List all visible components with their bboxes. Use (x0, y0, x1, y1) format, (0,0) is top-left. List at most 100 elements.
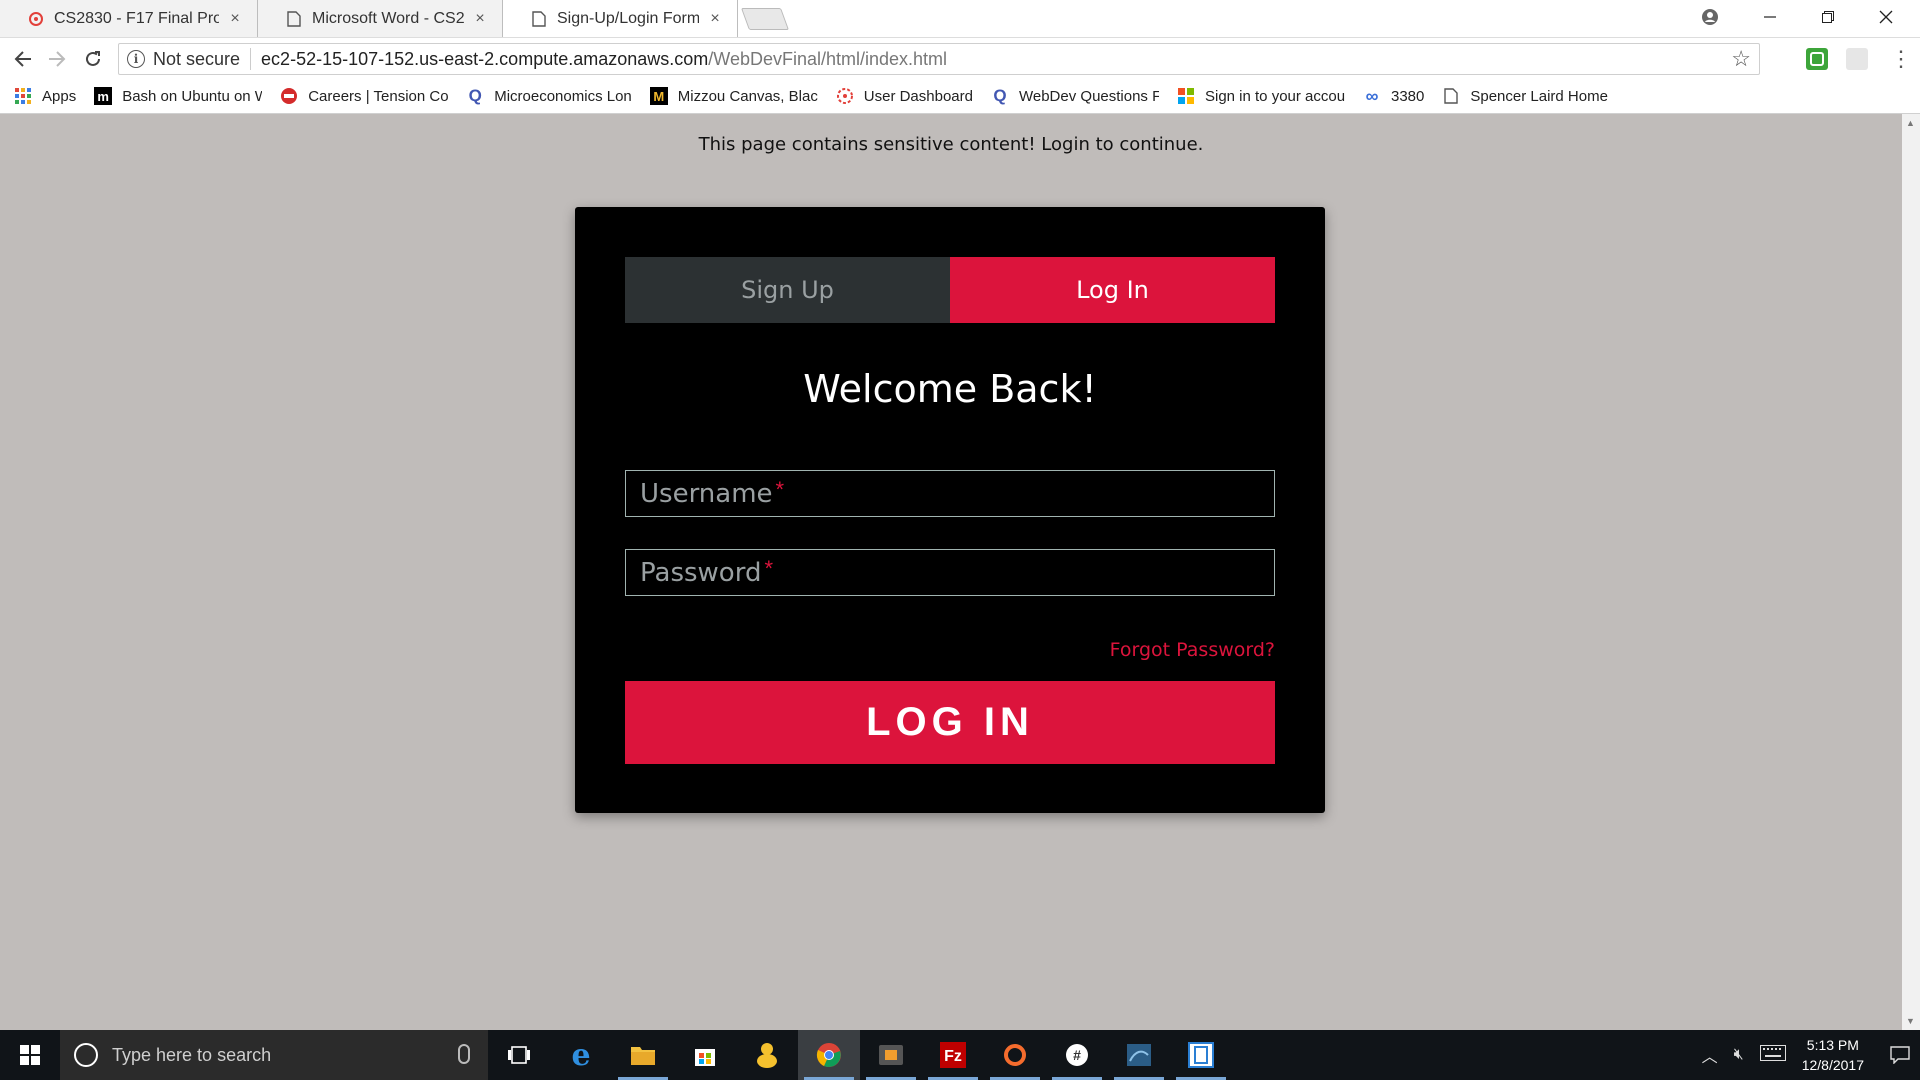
frame-app-icon[interactable] (1170, 1030, 1232, 1080)
file-explorer-icon[interactable] (612, 1030, 674, 1080)
keyboard-icon[interactable] (1759, 1044, 1786, 1066)
bookmark-label: Spencer Laird Home (1470, 87, 1608, 105)
restore-icon[interactable] (1800, 0, 1856, 34)
bookmark-label: WebDev Questions F (1018, 87, 1159, 105)
bookmark-item[interactable]: ∞ 3380 (1363, 85, 1425, 106)
tab-log-in[interactable]: Log In (950, 257, 1275, 323)
infinity-icon: ∞ (1365, 85, 1379, 106)
microphone-icon[interactable] (458, 1044, 470, 1064)
bookmark-item[interactable]: Sign in to your accou (1177, 87, 1345, 105)
tab-title: Microsoft Word - CS2830 (312, 9, 464, 27)
bookmark-item[interactable]: M Mizzou Canvas, Black (649, 87, 818, 105)
svg-text:Fz: Fz (944, 1048, 962, 1065)
bookmark-apps[interactable]: Apps (14, 87, 76, 105)
bookmark-label: Sign in to your accou (1204, 87, 1345, 105)
close-icon[interactable]: × (472, 10, 488, 28)
new-tab-button[interactable] (740, 8, 790, 30)
close-window-icon[interactable] (1858, 0, 1914, 34)
windows-start-icon[interactable] (0, 1030, 60, 1080)
document-icon (286, 10, 302, 27)
windows-taskbar: Type here to search e Fz # ︿ 🔇︎ 5:13 PM … (0, 1030, 1920, 1080)
url-host: ec2-52-15-107-152.us-east-2.compute.amaz… (261, 48, 709, 69)
menu-dots-icon[interactable]: ⋮ (1890, 46, 1912, 72)
tab-sign-up[interactable]: Sign Up (625, 257, 950, 323)
bookmark-label: User Dashboard (863, 87, 973, 105)
store-icon[interactable] (674, 1030, 736, 1080)
username-input[interactable] (626, 471, 1274, 516)
mizzou-icon: M (649, 87, 668, 105)
canvas-icon (836, 87, 854, 105)
browser-tab[interactable]: CS2830 - F17 Final Projec × (0, 0, 258, 37)
slack-icon[interactable]: # (1046, 1030, 1108, 1080)
quizlet-icon: Q (993, 86, 1007, 105)
address-bar[interactable]: i Not secure ec2-52-15-107-152.us-east-2… (118, 43, 1760, 75)
sublime-icon[interactable] (860, 1030, 922, 1080)
forward-arrow-icon[interactable] (44, 46, 70, 72)
bookmark-label: Bash on Ubuntu on W (122, 87, 263, 105)
bookmark-star-icon[interactable]: ☆ (1731, 46, 1751, 72)
username-field[interactable]: Username * (625, 470, 1275, 517)
notification-icon[interactable] (1880, 1046, 1920, 1064)
mysql-workbench-icon[interactable] (1108, 1030, 1170, 1080)
page-icon (1442, 87, 1460, 105)
minimize-icon[interactable] (1742, 0, 1798, 34)
bookmark-item[interactable]: Q Microeconomics Lon (466, 86, 632, 105)
log-in-button[interactable]: LOG IN (625, 681, 1275, 764)
task-view-icon[interactable] (488, 1030, 550, 1080)
bookmarks-bar: Apps m Bash on Ubuntu on W Careers | Ten… (0, 79, 1920, 114)
canvas-icon (28, 11, 44, 27)
cortana-icon (74, 1043, 98, 1067)
taskbar-search-box[interactable]: Type here to search (60, 1030, 488, 1080)
sensitive-content-notice: This page contains sensitive content! Lo… (698, 134, 1204, 155)
extension-icon[interactable] (1846, 48, 1868, 70)
password-field[interactable]: Password * (625, 549, 1275, 596)
forgot-password-link[interactable]: Forgot Password? (1110, 639, 1275, 661)
password-input[interactable] (626, 550, 1274, 595)
security-label[interactable]: Not secure (153, 49, 240, 70)
reload-icon[interactable] (80, 46, 106, 72)
url-path: /WebDevFinal/html/index.html (708, 48, 948, 69)
bookmark-item[interactable]: User Dashboard (836, 87, 973, 105)
chevron-up-icon[interactable]: ︿ (1702, 1043, 1718, 1067)
page-title: Welcome Back! (803, 367, 1097, 411)
bookmark-item[interactable]: Spencer Laird Home (1442, 87, 1608, 105)
browser-toolbar: i Not secure ec2-52-15-107-152.us-east-2… (0, 37, 1920, 79)
tension-logo-icon (280, 87, 298, 105)
clock-time: 5:13 PM (1806, 1037, 1859, 1053)
bookmark-label: Microeconomics Lon (494, 87, 632, 105)
scroll-down-icon[interactable]: ▼ (1906, 1016, 1915, 1026)
vertical-scrollbar[interactable]: ▲ ▼ (1902, 114, 1920, 1030)
tab-title: Sign-Up/Login Form (557, 9, 699, 27)
quizlet-icon: Q (468, 86, 482, 105)
duck-icon[interactable] (736, 1030, 798, 1080)
volume-muted-icon[interactable]: 🔇︎ (1734, 1046, 1744, 1064)
close-icon[interactable]: × (707, 10, 723, 28)
extension-icon[interactable] (1806, 48, 1828, 70)
info-icon[interactable]: i (127, 50, 145, 68)
chrome-icon[interactable] (798, 1030, 860, 1080)
search-placeholder: Type here to search (112, 1044, 272, 1065)
profile-icon[interactable] (1682, 0, 1738, 34)
browser-tab-active[interactable]: Sign-Up/Login Form × (503, 0, 738, 37)
bookmark-label: Careers | Tension Cor (308, 87, 449, 105)
origin-icon[interactable] (984, 1030, 1046, 1080)
bookmark-item[interactable]: m Bash on Ubuntu on W (94, 87, 262, 105)
bookmark-label: Mizzou Canvas, Black (677, 87, 818, 105)
form-tab-group: Sign Up Log In (625, 257, 1275, 323)
edge-icon[interactable]: e (550, 1030, 612, 1080)
tab-title: CS2830 - F17 Final Projec (54, 9, 219, 27)
bookmark-label: Apps (42, 87, 77, 105)
close-icon[interactable]: × (227, 10, 243, 28)
bookmark-item[interactable]: Careers | Tension Cor (280, 87, 448, 105)
back-arrow-icon[interactable] (10, 46, 36, 72)
bookmark-item[interactable]: Q WebDev Questions F (991, 86, 1159, 105)
scroll-up-icon[interactable]: ▲ (1906, 118, 1915, 128)
system-clock[interactable]: 5:13 PM 12/8/2017 (1802, 1035, 1864, 1075)
login-form-card: Sign Up Log In Welcome Back! Username * P… (575, 207, 1325, 813)
svg-text:#: # (1073, 1047, 1081, 1063)
system-tray: ︿ 🔇︎ 5:13 PM 12/8/2017 (1694, 1030, 1920, 1080)
filezilla-icon[interactable]: Fz (922, 1030, 984, 1080)
browser-tab[interactable]: Microsoft Word - CS2830 × (258, 0, 503, 37)
browser-tab-strip: CS2830 - F17 Final Projec × Microsoft Wo… (0, 0, 1920, 37)
document-icon (531, 10, 547, 27)
